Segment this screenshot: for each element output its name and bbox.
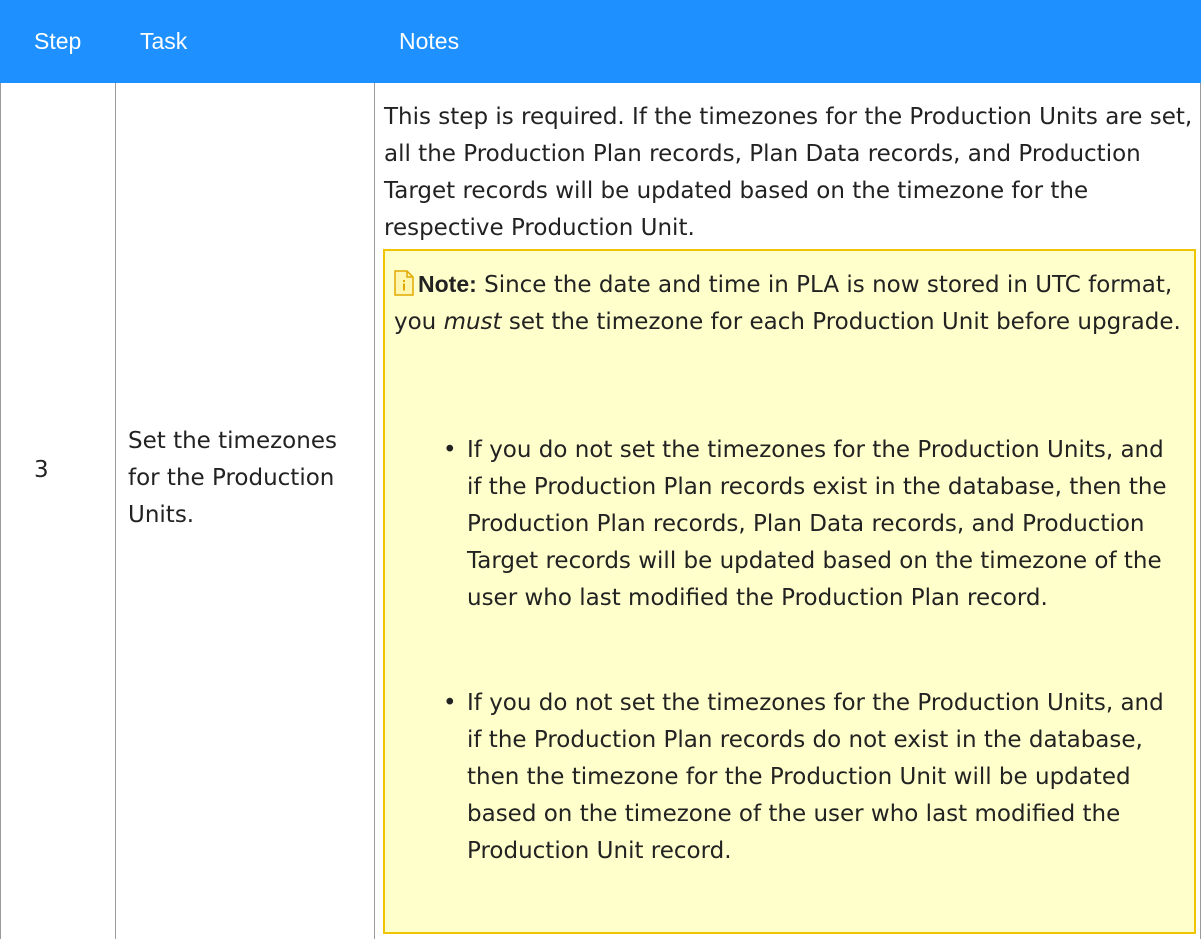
note-emphasis: must	[443, 309, 502, 335]
task-text: Set the timezones for the Production Uni…	[128, 428, 337, 528]
note-callout: Note: Since the date and time in PLA is …	[383, 249, 1196, 934]
bullet-text: If you do not set the timezones for the …	[467, 437, 1167, 611]
bullet-text: If you do not set the timezones for the …	[467, 690, 1164, 864]
note-icon	[394, 270, 414, 296]
note-bullet: • If you do not set the timezones for th…	[443, 685, 1177, 870]
step-number: 3	[34, 456, 49, 483]
task-cell: Set the timezones for the Production Uni…	[128, 0, 368, 939]
bullet-marker: •	[443, 437, 457, 463]
steps-table: Step Task Notes 3 Set the timezones for …	[0, 0, 1201, 939]
column-divider	[374, 83, 375, 939]
header-notes: Notes	[399, 28, 460, 54]
bullet-marker: •	[443, 690, 457, 716]
column-divider	[0, 83, 1, 939]
note-bullet: • If you do not set the timezones for th…	[443, 432, 1177, 617]
note-text-after: set the timezone for each Production Uni…	[501, 309, 1181, 335]
column-divider	[115, 83, 116, 939]
step-cell: 3	[34, 0, 104, 939]
notes-intro: This step is required. If the timezones …	[384, 104, 1193, 241]
note-heading: Note: Since the date and time in PLA is …	[394, 266, 1184, 341]
note-label: Note:	[418, 271, 477, 297]
